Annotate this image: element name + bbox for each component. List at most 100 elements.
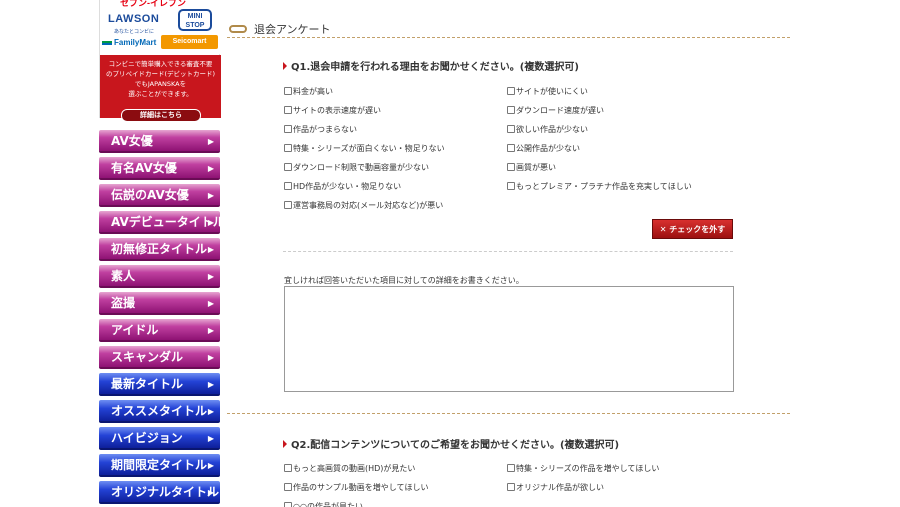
- checkbox[interactable]: [507, 125, 515, 133]
- checkbox-label: もっとプレミア・プラチナ作品を充実してほしい: [516, 182, 692, 191]
- arrow-right-icon: ▶: [207, 272, 214, 281]
- checkbox-option[interactable]: ○○の作品が見たい: [284, 501, 363, 507]
- banner-detail-button[interactable]: 詳細はこちら: [121, 109, 201, 122]
- nav-item[interactable]: オリジナルタイトル ▶: [99, 481, 220, 504]
- arrow-right-icon: ▶: [207, 326, 214, 335]
- section-header: 退会アンケート: [227, 20, 790, 38]
- prepaid-card-banner[interactable]: セブン-イレブン LAWSON あなたとコンビに MINI STOP Famil…: [99, 0, 221, 122]
- arrow-right-icon: ▶: [207, 353, 214, 362]
- q1-title-text: Q1.退会申請を行われる理由をお聞かせください。(複数選択可): [291, 62, 579, 73]
- q1-title: Q1.退会申請を行われる理由をお聞かせください。(複数選択可): [283, 58, 579, 73]
- checkbox[interactable]: [284, 483, 292, 491]
- checkbox[interactable]: [284, 182, 292, 190]
- detail-textarea[interactable]: [284, 286, 734, 392]
- checkbox-option[interactable]: 公開作品が少ない: [507, 143, 580, 154]
- arrow-right-icon: ▶: [207, 299, 214, 308]
- checkbox-option[interactable]: 欲しい作品が少ない: [507, 124, 588, 135]
- checkbox-label: HD作品が少ない・物足りない: [293, 182, 402, 191]
- nav-item-label: 期間限定タイトル: [111, 458, 208, 472]
- nav-item-label: スキャンダル: [111, 350, 184, 364]
- nav-item-label: AVデビュータイトル: [111, 215, 220, 229]
- checkbox-option[interactable]: 特集・シリーズの作品を増やしてほしい: [507, 463, 659, 474]
- checkbox[interactable]: [284, 464, 292, 472]
- nav-item[interactable]: AV女優 ▶: [99, 130, 220, 153]
- checkbox-option[interactable]: ダウンロード速度が遅い: [507, 105, 604, 116]
- q2-title: Q2.配信コンテンツについてのご希望をお聞かせください。(複数選択可): [283, 436, 619, 451]
- checkbox-label: ダウンロード制限で動画容量が少ない: [293, 163, 429, 172]
- checkbox-option[interactable]: 画質が悪い: [507, 162, 556, 173]
- checkbox-option[interactable]: オリジナル作品が欲しい: [507, 482, 604, 493]
- checkbox[interactable]: [284, 106, 292, 114]
- clear-checks-button[interactable]: ✕ チェックを外す: [652, 219, 733, 239]
- checkbox-label: サイトの表示速度が遅い: [293, 106, 381, 115]
- lawson-tagline: あなたとコンビに: [114, 29, 155, 35]
- checkbox[interactable]: [284, 163, 292, 171]
- familymart-logo: FamilyMart: [114, 38, 157, 47]
- nav-item[interactable]: アイドル ▶: [99, 319, 220, 342]
- checkbox-option[interactable]: 作品がつまらない: [284, 124, 357, 135]
- red-triangle-icon: [283, 62, 287, 70]
- nav-item[interactable]: ハイビジョン ▶: [99, 427, 220, 450]
- checkbox[interactable]: [507, 144, 515, 152]
- nav-item-label: オリジナルタイトル: [111, 485, 220, 499]
- nav-item[interactable]: 素人 ▶: [99, 265, 220, 288]
- nav-item[interactable]: 初無修正タイトル ▶: [99, 238, 220, 261]
- arrow-right-icon: ▶: [207, 434, 214, 443]
- checkbox-label: 画質が悪い: [516, 163, 556, 172]
- checkbox[interactable]: [507, 106, 515, 114]
- checkbox-option[interactable]: もっと高画質の動画(HD)が見たい: [284, 463, 415, 474]
- checkbox-option[interactable]: サイトが使いにくい: [507, 86, 588, 97]
- nav-item[interactable]: 盗撮 ▶: [99, 292, 220, 315]
- checkbox[interactable]: [507, 483, 515, 491]
- checkbox-label: 公開作品が少ない: [516, 144, 580, 153]
- nav-item[interactable]: 最新タイトル ▶: [99, 373, 220, 396]
- checkbox-label: 欲しい作品が少ない: [516, 125, 588, 134]
- checkbox-option[interactable]: ダウンロード制限で動画容量が少ない: [284, 162, 429, 173]
- checkbox-option[interactable]: 運営事務局の対応(メール対応など)が悪い: [284, 200, 443, 211]
- nav-item-label: 有名AV女優: [111, 161, 177, 175]
- checkbox-option[interactable]: 特集・シリーズが面白くない・物足りない: [284, 143, 445, 154]
- nav-item-label: オススメタイトル: [111, 404, 208, 418]
- checkbox[interactable]: [507, 163, 515, 171]
- checkbox-label: オリジナル作品が欲しい: [516, 483, 604, 492]
- arrow-right-icon: ▶: [207, 137, 214, 146]
- nav-item[interactable]: スキャンダル ▶: [99, 346, 220, 369]
- seicomart-logo: Seicomart: [161, 35, 218, 49]
- checkbox[interactable]: [507, 464, 515, 472]
- nav-item-label: ハイビジョン: [111, 431, 183, 445]
- nav-item-label: AV女優: [111, 134, 153, 148]
- checkbox-label: 特集・シリーズの作品を増やしてほしい: [516, 464, 660, 473]
- convenience-store-logos: セブン-イレブン LAWSON あなたとコンビに MINI STOP Famil…: [100, 0, 221, 54]
- checkbox[interactable]: [284, 125, 292, 133]
- arrow-right-icon: ▶: [207, 218, 214, 227]
- nav-item-label: 素人: [111, 269, 136, 283]
- checkbox[interactable]: [507, 182, 515, 190]
- checkbox-option[interactable]: 料金が高い: [284, 86, 333, 97]
- checkbox-option[interactable]: 作品のサンプル動画を増やしてほしい: [284, 482, 429, 493]
- checkbox[interactable]: [284, 201, 292, 209]
- nav-item[interactable]: AVデビュータイトル ▶: [99, 211, 220, 234]
- lawson-logo: LAWSON: [108, 13, 160, 25]
- ministop-logo: MINI STOP: [178, 9, 212, 31]
- checkbox-label: 料金が高い: [293, 87, 333, 96]
- checkbox[interactable]: [284, 144, 292, 152]
- checkbox[interactable]: [507, 87, 515, 95]
- seven-eleven-logo: セブン-イレブン: [120, 0, 186, 8]
- nav-item[interactable]: 伝説のAV女優 ▶: [99, 184, 220, 207]
- checkbox-option[interactable]: HD作品が少ない・物足りない: [284, 181, 401, 192]
- checkbox[interactable]: [284, 87, 292, 95]
- checkbox-option[interactable]: もっとプレミア・プラチナ作品を充実してほしい: [507, 181, 692, 192]
- ornament-icon: [229, 25, 247, 33]
- checkbox[interactable]: [284, 502, 292, 507]
- checkbox-option[interactable]: サイトの表示速度が遅い: [284, 105, 381, 116]
- nav-item[interactable]: オススメタイトル ▶: [99, 400, 220, 423]
- checkbox-label: ○○の作品が見たい: [293, 502, 363, 507]
- arrow-right-icon: ▶: [207, 461, 214, 470]
- checkbox-label: サイトが使いにくい: [516, 87, 588, 96]
- nav-item-label: 初無修正タイトル: [111, 242, 208, 256]
- promo-line: 選ぶことができます。: [128, 90, 193, 98]
- nav-item[interactable]: 期間限定タイトル ▶: [99, 454, 220, 477]
- nav-item[interactable]: 有名AV女優 ▶: [99, 157, 220, 180]
- arrow-right-icon: ▶: [207, 191, 214, 200]
- checkbox-label: 作品のサンプル動画を増やしてほしい: [293, 483, 429, 492]
